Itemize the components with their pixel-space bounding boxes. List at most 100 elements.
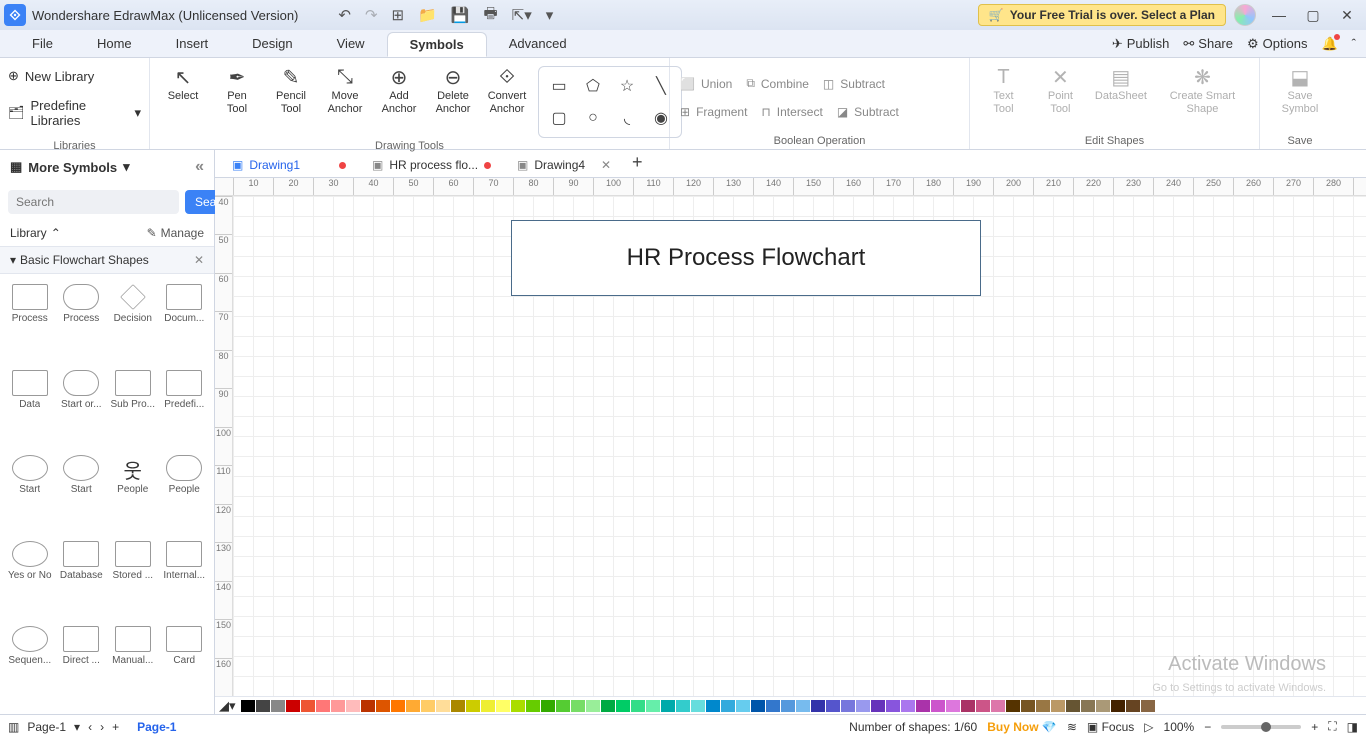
color-swatch[interactable] xyxy=(586,700,600,712)
color-swatch[interactable] xyxy=(676,700,690,712)
color-swatch[interactable] xyxy=(241,700,255,712)
color-swatch[interactable] xyxy=(556,700,570,712)
shape-item[interactable]: Manual... xyxy=(107,624,159,706)
shape-item[interactable]: Stored ... xyxy=(107,539,159,621)
color-swatch[interactable] xyxy=(406,700,420,712)
page-list-icon[interactable]: ▥ xyxy=(8,720,19,734)
color-swatch[interactable] xyxy=(781,700,795,712)
shape-item[interactable]: Start or... xyxy=(56,368,108,450)
menu-home[interactable]: Home xyxy=(75,32,154,55)
menu-view[interactable]: View xyxy=(315,32,387,55)
buy-now-button[interactable]: Buy Now 💎 xyxy=(987,720,1057,734)
shape-item[interactable]: Start xyxy=(4,453,56,535)
select-tool[interactable]: ↖Select xyxy=(160,62,206,105)
shape-item[interactable]: Data xyxy=(4,368,56,450)
shape-rect-icon[interactable]: ▭ xyxy=(545,73,573,99)
color-swatch[interactable] xyxy=(796,700,810,712)
shape-item[interactable]: Start xyxy=(56,453,108,535)
shape-item[interactable]: Docum... xyxy=(159,282,211,364)
manage-button[interactable]: ✎Manage xyxy=(147,226,204,240)
add-anchor-tool[interactable]: ⊕Add Anchor xyxy=(376,62,422,118)
prev-page-icon[interactable]: ‹ xyxy=(88,720,92,734)
color-swatch[interactable] xyxy=(376,700,390,712)
zoom-in-icon[interactable]: + xyxy=(1311,720,1318,734)
combine-button[interactable]: ⧉Combine xyxy=(746,76,809,91)
subtract2-button[interactable]: ◪Subtract xyxy=(837,105,899,119)
color-swatch[interactable] xyxy=(736,700,750,712)
subtract-button[interactable]: ◫Subtract xyxy=(823,76,885,91)
shape-item[interactable]: Process xyxy=(56,282,108,364)
color-swatch[interactable] xyxy=(631,700,645,712)
library-up-icon[interactable]: ⌃ xyxy=(51,226,61,240)
color-swatch[interactable] xyxy=(826,700,840,712)
color-swatch[interactable] xyxy=(1111,700,1125,712)
color-swatch[interactable] xyxy=(421,700,435,712)
color-swatch[interactable] xyxy=(511,700,525,712)
maximize-icon[interactable]: ▢ xyxy=(1298,7,1328,24)
close-category-icon[interactable]: ✕ xyxy=(194,253,204,267)
color-swatch[interactable] xyxy=(1006,700,1020,712)
options-button[interactable]: ⚙Options xyxy=(1247,36,1307,52)
color-swatch[interactable] xyxy=(496,700,510,712)
shape-star-icon[interactable]: ☆ xyxy=(613,73,641,99)
menu-symbols[interactable]: Symbols xyxy=(387,32,487,57)
color-swatch[interactable] xyxy=(1051,700,1065,712)
save-icon[interactable]: 💾 xyxy=(451,6,470,24)
chevron-down-icon[interactable]: ▾ xyxy=(123,159,130,175)
color-swatch[interactable] xyxy=(661,700,675,712)
color-swatch[interactable] xyxy=(646,700,660,712)
print-icon[interactable]: 🖶 xyxy=(484,3,498,28)
shape-item[interactable]: Process xyxy=(4,282,56,364)
page-selector[interactable]: Page-1 xyxy=(27,720,66,734)
add-tab-button[interactable]: + xyxy=(624,150,651,177)
tab-drawing1[interactable]: ▣Drawing1 xyxy=(219,152,359,177)
color-swatch[interactable] xyxy=(811,700,825,712)
color-swatch[interactable] xyxy=(886,700,900,712)
tab-hr-process[interactable]: ▣HR process flo... xyxy=(359,152,504,177)
more-symbols-label[interactable]: More Symbols xyxy=(28,160,117,175)
move-anchor-tool[interactable]: ⤡Move Anchor xyxy=(322,62,368,118)
color-swatch[interactable] xyxy=(481,700,495,712)
search-input[interactable] xyxy=(8,190,179,214)
new-icon[interactable]: ⊞ xyxy=(392,6,405,24)
user-avatar[interactable] xyxy=(1234,4,1256,26)
color-swatch[interactable] xyxy=(286,700,300,712)
category-header[interactable]: ▾ Basic Flowchart Shapes ✕ xyxy=(0,246,214,274)
color-swatch[interactable] xyxy=(316,700,330,712)
publish-button[interactable]: ✈Publish xyxy=(1112,36,1170,52)
color-swatch[interactable] xyxy=(991,700,1005,712)
color-swatch[interactable] xyxy=(871,700,885,712)
color-swatch[interactable] xyxy=(841,700,855,712)
convert-anchor-tool[interactable]: ⟐Convert Anchor xyxy=(484,62,530,118)
shape-arc-icon[interactable]: ◟ xyxy=(613,105,641,131)
color-swatch[interactable] xyxy=(691,700,705,712)
pen-tool[interactable]: ✒Pen Tool xyxy=(214,62,260,118)
color-swatch[interactable] xyxy=(271,700,285,712)
color-swatch[interactable] xyxy=(361,700,375,712)
shape-item[interactable]: Yes or No xyxy=(4,539,56,621)
color-swatch[interactable] xyxy=(916,700,930,712)
focus-button[interactable]: ▣ Focus xyxy=(1087,720,1134,734)
page-tab[interactable]: Page-1 xyxy=(129,718,184,736)
fragment-button[interactable]: ⊞Fragment xyxy=(680,105,747,119)
color-swatch[interactable] xyxy=(1096,700,1110,712)
color-swatch[interactable] xyxy=(931,700,945,712)
shape-item[interactable]: Database xyxy=(56,539,108,621)
color-swatch[interactable] xyxy=(1126,700,1140,712)
color-swatch[interactable] xyxy=(856,700,870,712)
color-swatch[interactable] xyxy=(331,700,345,712)
close-tab-icon[interactable]: ✕ xyxy=(601,158,611,172)
color-swatch[interactable] xyxy=(1081,700,1095,712)
library-label[interactable]: Library xyxy=(10,226,47,240)
menu-advanced[interactable]: Advanced xyxy=(487,32,589,55)
fullscreen-icon[interactable]: ◨ xyxy=(1347,720,1358,734)
color-swatch[interactable] xyxy=(301,700,315,712)
color-swatch[interactable] xyxy=(751,700,765,712)
color-swatch[interactable] xyxy=(526,700,540,712)
color-swatch[interactable] xyxy=(571,700,585,712)
color-swatch[interactable] xyxy=(946,700,960,712)
color-swatch[interactable] xyxy=(346,700,360,712)
minimize-icon[interactable]: — xyxy=(1264,7,1294,24)
shape-item[interactable]: Card xyxy=(159,624,211,706)
page-dropdown-icon[interactable]: ▾ xyxy=(74,720,80,734)
